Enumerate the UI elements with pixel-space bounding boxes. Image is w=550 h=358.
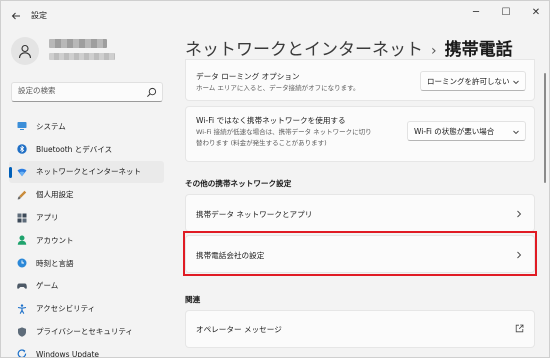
- user-profile[interactable]: [11, 37, 115, 65]
- sidebar-item-label: アクセシビリティ: [36, 304, 96, 314]
- dropdown-value: ローミングを許可しない: [427, 76, 510, 86]
- title-bar: 設定 ─ ☐ ✕: [1, 1, 549, 31]
- time-language-icon: [17, 258, 27, 268]
- privacy-icon: [18, 326, 26, 337]
- setting-title: Wi-Fi ではなく携帯ネットワークを使用する: [196, 116, 346, 125]
- sidebar-item-accounts[interactable]: アカウント: [9, 229, 164, 252]
- sidebar-item-privacy[interactable]: プライバシーとセキュリティ: [9, 320, 164, 343]
- settings-window: 設定 ─ ☐ ✕ システム Bluetooth とデバイス ネットワークとインタ…: [0, 0, 550, 358]
- search-box[interactable]: [11, 82, 163, 102]
- scrollbar[interactable]: [544, 73, 546, 183]
- avatar: [11, 37, 39, 65]
- sidebar-item-label: Bluetooth とデバイス: [36, 144, 113, 154]
- apps-icon: [17, 213, 27, 223]
- personalization-icon: [17, 190, 27, 200]
- breadcrumb: ネットワークとインターネット › 携帯電話: [185, 35, 513, 60]
- bluetooth-icon: [17, 144, 27, 154]
- gaming-icon: [17, 283, 27, 289]
- sidebar-item-label: 時刻と言語: [36, 258, 74, 268]
- sidebar-item-label: 個人用設定: [36, 190, 74, 200]
- item-label: 携帯データ ネットワークとアプリ: [196, 210, 313, 219]
- chevron-down-icon: [513, 80, 519, 85]
- account-icon: [17, 235, 27, 246]
- back-arrow-icon: [11, 12, 20, 20]
- close-button[interactable]: ✕: [521, 1, 549, 23]
- sidebar-item-network[interactable]: ネットワークとインターネット: [9, 160, 164, 184]
- windows-update-icon: [17, 349, 27, 357]
- section-heading-other-cellular: その他の携帯ネットワーク設定: [185, 179, 292, 188]
- page-title: 携帯電話: [444, 40, 513, 60]
- data-roaming-setting: データ ローミング オプション ホーム エリアに入ると、データ接続がオフになりま…: [185, 59, 535, 101]
- cellular-data-networks-and-apps-item[interactable]: 携帯データ ネットワークとアプリ: [185, 194, 535, 232]
- accessibility-icon: [17, 304, 27, 314]
- highlight-box: [183, 231, 537, 276]
- sidebar-item-label: ネットワークとインターネット: [36, 167, 141, 177]
- sidebar-item-label: Windows Update: [36, 349, 100, 358]
- sidebar-item-windows-update[interactable]: Windows Update: [9, 343, 164, 358]
- roaming-dropdown[interactable]: ローミングを許可しない: [420, 71, 526, 91]
- wifi-condition-dropdown[interactable]: Wi-Fi の状態が悪い場合: [407, 121, 526, 141]
- sidebar-nav: システム Bluetooth とデバイス ネットワークとインターネット 個人用設…: [9, 115, 164, 358]
- dropdown-value: Wi-Fi の状態が悪い場合: [414, 126, 495, 136]
- sidebar-item-time-language[interactable]: 時刻と言語: [9, 252, 164, 275]
- breadcrumb-parent-link[interactable]: ネットワークとインターネット: [185, 35, 423, 60]
- redacted-user-name: [49, 39, 107, 48]
- system-icon: [17, 122, 27, 131]
- search-icon: [147, 87, 157, 97]
- item-label: オペレーター メッセージ: [196, 325, 282, 334]
- minimize-button[interactable]: ─: [461, 1, 491, 23]
- chevron-down-icon: [513, 130, 519, 135]
- setting-description-line-2: 替わります (料金が発生することがあります): [196, 139, 327, 147]
- sidebar-item-label: アプリ: [36, 213, 59, 223]
- operator-messages-item[interactable]: オペレーター メッセージ: [185, 310, 535, 348]
- setting-description: ホーム エリアに入ると、データ接続がオフになります。: [196, 84, 360, 92]
- person-icon: [18, 44, 32, 59]
- section-heading-related: 関連: [185, 295, 201, 304]
- sidebar-item-apps[interactable]: アプリ: [9, 206, 164, 229]
- sidebar-item-bluetooth[interactable]: Bluetooth とデバイス: [9, 138, 164, 161]
- sidebar-item-label: プライバシーとセキュリティ: [36, 327, 133, 337]
- search-input[interactable]: [18, 86, 138, 95]
- redacted-user-email: [49, 53, 115, 60]
- sidebar-item-personalization[interactable]: 個人用設定: [9, 183, 164, 206]
- breadcrumb-separator: ›: [431, 43, 437, 59]
- maximize-button[interactable]: ☐: [491, 1, 521, 23]
- sidebar-item-label: システム: [36, 121, 66, 131]
- chevron-right-icon: [517, 210, 522, 218]
- sidebar-item-label: ゲーム: [36, 281, 59, 291]
- sidebar-item-label: アカウント: [36, 235, 74, 245]
- external-link-icon: [515, 324, 524, 333]
- cellular-instead-of-wifi-setting: Wi-Fi ではなく携帯ネットワークを使用する Wi-Fi 接続が低速な場合は、…: [185, 106, 535, 162]
- sidebar-item-accessibility[interactable]: アクセシビリティ: [9, 297, 164, 320]
- app-title: 設定: [31, 11, 47, 20]
- sidebar-item-system[interactable]: システム: [9, 115, 164, 138]
- setting-description-line-1: Wi-Fi 接続が低速な場合は、携帯データ ネットワークに切り: [196, 128, 372, 136]
- back-button[interactable]: [7, 7, 25, 25]
- network-icon: [17, 168, 27, 177]
- setting-title: データ ローミング オプション: [196, 72, 300, 81]
- sidebar-item-gaming[interactable]: ゲーム: [9, 275, 164, 298]
